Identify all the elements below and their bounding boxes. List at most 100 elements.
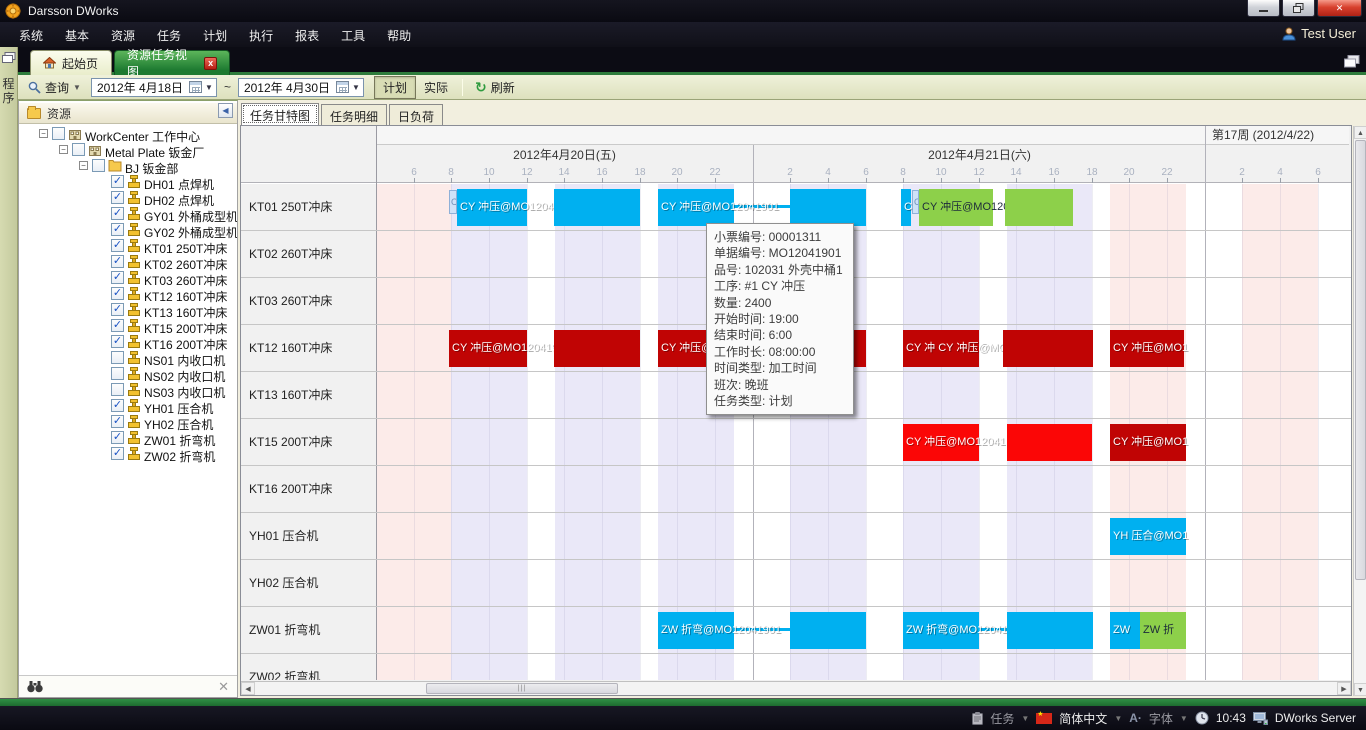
- task-bar[interactable]: CY 冲压@MO12041902: [919, 189, 993, 226]
- actual-toggle-button[interactable]: 实际: [416, 77, 456, 98]
- tree-checkbox[interactable]: [111, 367, 124, 380]
- task-bar[interactable]: ZW 折: [1140, 612, 1186, 649]
- hscroll-thumb[interactable]: |||: [426, 683, 618, 694]
- tree-item-kt16[interactable]: ✓KT16 200T冲床: [19, 334, 237, 350]
- tree-item-metal[interactable]: −Metal Plate 钣金厂: [19, 142, 237, 158]
- tab-daily-load[interactable]: 日负荷: [389, 104, 443, 126]
- menu-item-6[interactable]: 报表: [284, 22, 330, 47]
- close-tab-icon[interactable]: x: [204, 57, 217, 70]
- tree-item-bj[interactable]: −BJ 钣金部: [19, 158, 237, 174]
- program-side-strip[interactable]: 程序: [0, 47, 18, 698]
- date-from-dropdown-icon[interactable]: ▼: [202, 83, 216, 92]
- scroll-left-icon[interactable]: ◀: [241, 682, 255, 695]
- status-font-label[interactable]: 字体: [1149, 710, 1173, 727]
- task-bar[interactable]: CY 冲压@MO12041903: [903, 424, 979, 461]
- tree-checkbox[interactable]: ✓: [111, 447, 124, 460]
- tree-item-kt12[interactable]: ✓KT12 160T冲床: [19, 286, 237, 302]
- task-bar[interactable]: [554, 189, 640, 226]
- status-font-dropdown-icon[interactable]: ▼: [1180, 714, 1188, 723]
- date-to-picker[interactable]: 2012年 4月30日 ▼: [238, 78, 364, 97]
- minimize-button[interactable]: [1247, 0, 1280, 17]
- menu-item-3[interactable]: 任务: [146, 22, 192, 47]
- date-to-dropdown-icon[interactable]: ▼: [349, 83, 363, 92]
- task-marker[interactable]: C: [912, 190, 919, 214]
- maximize-button[interactable]: [1282, 0, 1315, 17]
- tab-task-detail[interactable]: 任务明细: [321, 104, 387, 126]
- task-bar[interactable]: [554, 330, 640, 367]
- tree-item-workcenter[interactable]: −WorkCenter 工作中心: [19, 126, 237, 142]
- tree-item-kt15[interactable]: ✓KT15 200T冲床: [19, 318, 237, 334]
- tree-item-gy02[interactable]: ✓GY02 外桶成型机: [19, 222, 237, 238]
- tree-checkbox[interactable]: ✓: [111, 399, 124, 412]
- menu-item-5[interactable]: 执行: [238, 22, 284, 47]
- status-tasks-dropdown-icon[interactable]: ▼: [1021, 714, 1029, 723]
- tree-checkbox[interactable]: ✓: [111, 175, 124, 188]
- tree-item-dh02[interactable]: ✓DH02 点焊机: [19, 190, 237, 206]
- tree-collapse-icon[interactable]: −: [79, 161, 88, 170]
- tree-checkbox[interactable]: [92, 159, 105, 172]
- tab-task-gantt[interactable]: 任务甘特图: [241, 103, 319, 125]
- status-language-label[interactable]: 简体中文: [1059, 710, 1107, 727]
- scroll-down-icon[interactable]: ▼: [1354, 683, 1366, 696]
- task-bar[interactable]: [790, 189, 866, 226]
- query-button[interactable]: 查询 ▼: [22, 77, 87, 98]
- tree-checkbox[interactable]: [111, 383, 124, 396]
- task-bar[interactable]: [1007, 612, 1093, 649]
- task-bar[interactable]: [1003, 330, 1093, 367]
- close-button[interactable]: ✕: [1317, 0, 1362, 17]
- menu-item-4[interactable]: 计划: [192, 22, 238, 47]
- task-bar[interactable]: [1005, 189, 1073, 226]
- task-bar[interactable]: ZW 折弯@MO12041901: [903, 612, 979, 649]
- status-language-dropdown-icon[interactable]: ▼: [1114, 714, 1122, 723]
- tree-checkbox[interactable]: ✓: [111, 431, 124, 444]
- task-bar[interactable]: CY 冲压@MO1: [1110, 424, 1186, 461]
- task-bar[interactable]: YH 压合@MO1: [1110, 518, 1186, 555]
- tree-checkbox[interactable]: [52, 127, 65, 140]
- tree-item-kt13[interactable]: ✓KT13 160T冲床: [19, 302, 237, 318]
- task-bar[interactable]: CY 冲压@MO1: [1110, 330, 1184, 367]
- vertical-scrollbar[interactable]: ▲ ▼: [1353, 126, 1366, 696]
- task-bar[interactable]: CY 冲压@MO12041904: [449, 330, 527, 367]
- windows-icon[interactable]: [1344, 55, 1360, 68]
- tree-item-zw02[interactable]: ✓ZW02 折弯机: [19, 446, 237, 462]
- task-bar[interactable]: [790, 612, 866, 649]
- tree-item-gy01[interactable]: ✓GY01 外桶成型机: [19, 206, 237, 222]
- tab-resource-task-view[interactable]: 资源任务视图 x: [114, 50, 230, 75]
- task-bar[interactable]: [1007, 424, 1092, 461]
- tree-checkbox[interactable]: ✓: [111, 223, 124, 236]
- menu-item-2[interactable]: 资源: [100, 22, 146, 47]
- tree-item-kt02[interactable]: ✓KT02 260T冲床: [19, 254, 237, 270]
- tree-item-yh01[interactable]: ✓YH01 压合机: [19, 398, 237, 414]
- refresh-button[interactable]: ↻ 刷新: [469, 77, 521, 98]
- tree-item-ns01[interactable]: NS01 内收口机: [19, 350, 237, 366]
- vscroll-thumb[interactable]: [1355, 140, 1366, 580]
- scroll-up-icon[interactable]: ▲: [1354, 126, 1366, 139]
- task-marker[interactable]: C: [449, 190, 457, 214]
- horizontal-scrollbar[interactable]: ◀ ▶ |||: [241, 681, 1351, 695]
- find-icon[interactable]: [27, 680, 43, 693]
- collapse-panel-button[interactable]: ◀: [218, 103, 233, 118]
- tree-item-yh02[interactable]: ✓YH02 压合机: [19, 414, 237, 430]
- tree-checkbox[interactable]: [111, 351, 124, 364]
- tree-checkbox[interactable]: ✓: [111, 191, 124, 204]
- tree-item-ns03[interactable]: NS03 内收口机: [19, 382, 237, 398]
- task-bar[interactable]: CY 冲 CY 冲压@MO12041904: [903, 330, 979, 367]
- tree-checkbox[interactable]: [72, 143, 85, 156]
- tree-checkbox[interactable]: ✓: [111, 255, 124, 268]
- query-dropdown-icon[interactable]: ▼: [73, 83, 81, 92]
- close-panel-icon[interactable]: ✕: [218, 679, 229, 695]
- status-tasks-label[interactable]: 任务: [990, 710, 1014, 727]
- tree-item-zw01[interactable]: ✓ZW01 折弯机: [19, 430, 237, 446]
- task-bar[interactable]: CY 冲压@MO12041901: [457, 189, 527, 226]
- menu-item-0[interactable]: 系统: [8, 22, 54, 47]
- tree-checkbox[interactable]: ✓: [111, 239, 124, 252]
- menu-item-1[interactable]: 基本: [54, 22, 100, 47]
- menu-item-7[interactable]: 工具: [330, 22, 376, 47]
- tree-checkbox[interactable]: ✓: [111, 207, 124, 220]
- tree-checkbox[interactable]: ✓: [111, 287, 124, 300]
- scroll-right-icon[interactable]: ▶: [1337, 682, 1351, 695]
- tree-item-kt03[interactable]: ✓KT03 260T冲床: [19, 270, 237, 286]
- tree-checkbox[interactable]: ✓: [111, 319, 124, 332]
- tree-checkbox[interactable]: ✓: [111, 415, 124, 428]
- tree-checkbox[interactable]: ✓: [111, 271, 124, 284]
